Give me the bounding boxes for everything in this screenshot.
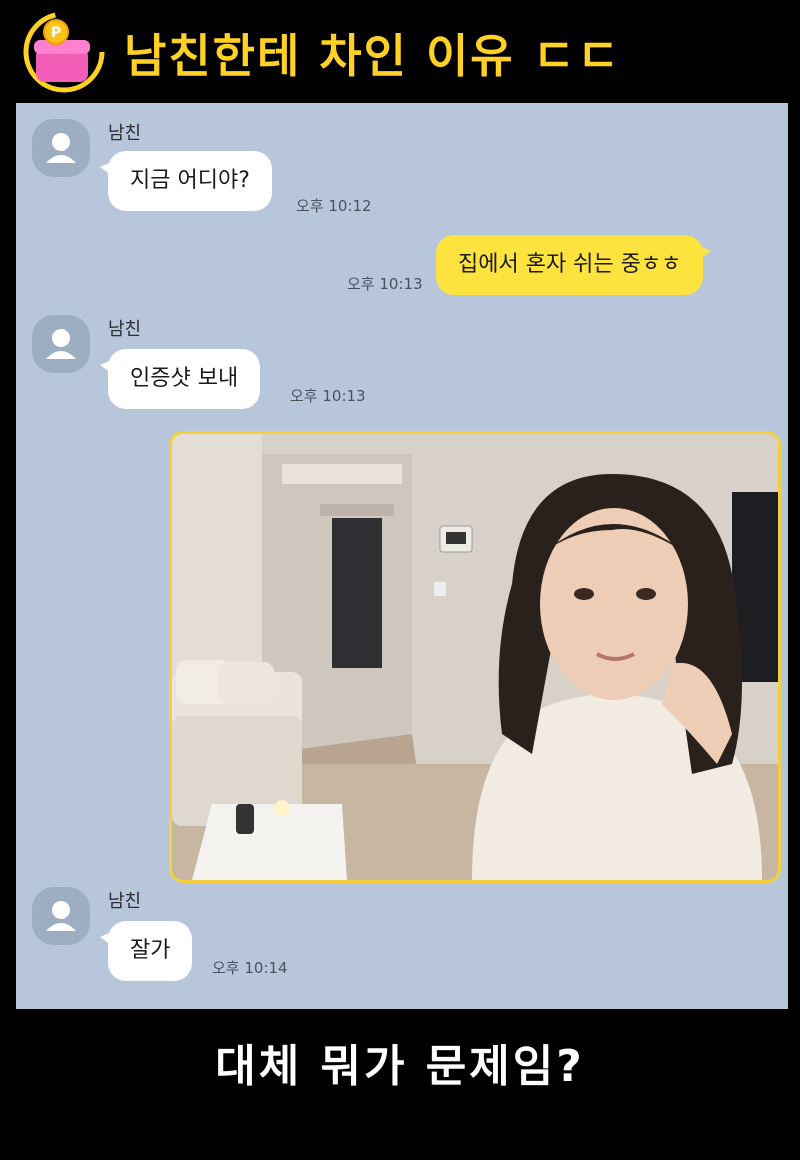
message-bubble[interactable]: 지금 어디야?	[100, 151, 272, 211]
person-icon	[46, 133, 76, 163]
avatar[interactable]	[32, 315, 90, 373]
coin-box-logo-icon: P	[22, 10, 106, 94]
footer-caption: 대체 뭐가 문제임?	[215, 1041, 585, 1092]
chat-panel: 남친 지금 어디야? 오후 10:12 오후 10:13 집에서 혼자 쉬는 중…	[16, 103, 788, 1009]
svg-text:P: P	[51, 25, 61, 41]
avatar[interactable]	[32, 887, 90, 945]
page-title: 남친한테 차인 이유 ㄷㄷ	[124, 29, 622, 83]
sender-name: 남친	[108, 891, 142, 912]
message-time: 오후 10:14	[212, 959, 288, 977]
message-time: 오후 10:13	[290, 387, 366, 405]
person-icon	[46, 329, 76, 359]
message-time: 오후 10:12	[296, 197, 372, 215]
message-bubble-outgoing[interactable]: 집에서 혼자 쉬는 중ㅎㅎ	[436, 235, 712, 295]
sender-name: 남친	[108, 319, 142, 340]
message-bubble[interactable]: 인증샷 보내	[99, 349, 261, 409]
header-bar: P 남친한테 차인 이유 ㄷㄷ	[0, 0, 800, 110]
person-icon	[46, 901, 76, 931]
photo-message[interactable]	[169, 431, 781, 883]
message-bubble[interactable]: 잘가	[99, 921, 193, 981]
message-time: 오후 10:13	[347, 275, 423, 293]
avatar[interactable]	[32, 119, 90, 177]
sender-name: 남친	[108, 123, 142, 144]
selfie-photo-image	[172, 434, 778, 880]
